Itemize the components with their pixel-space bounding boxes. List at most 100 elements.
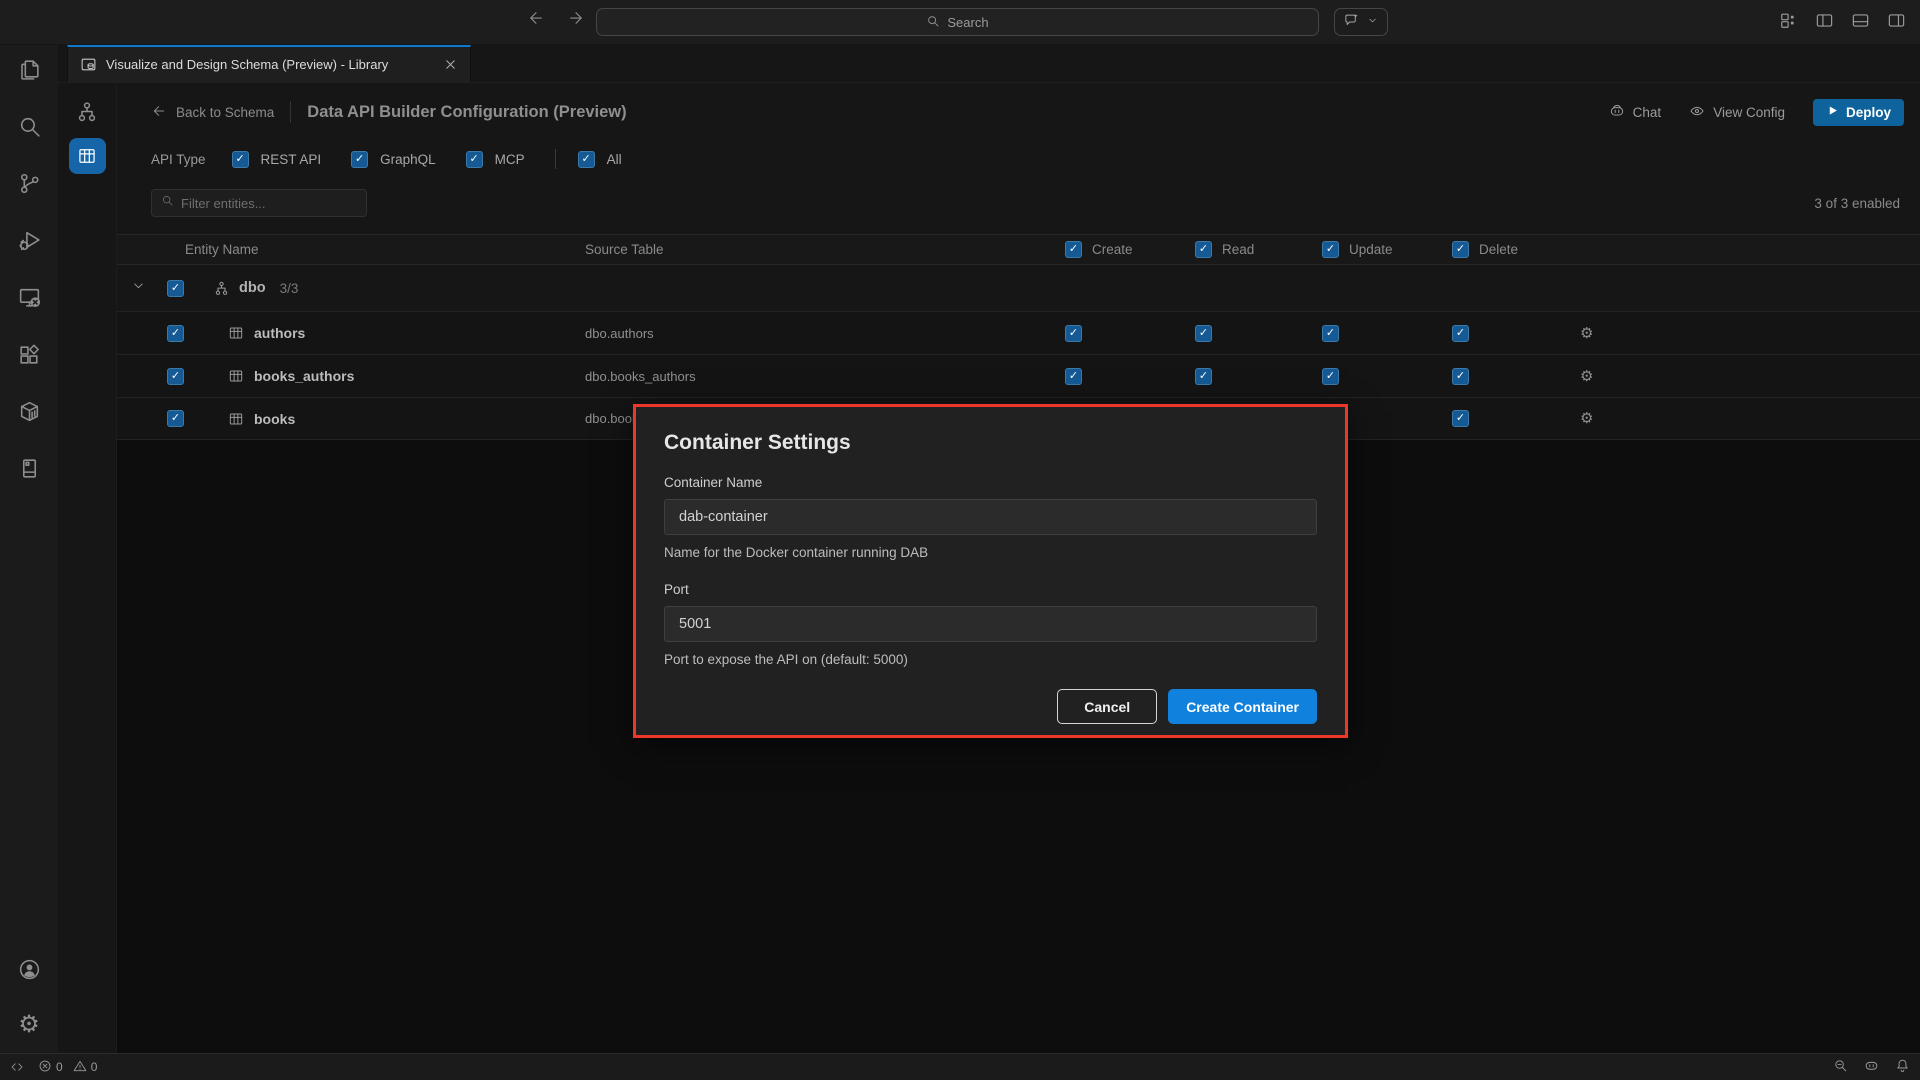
- tab-bar: Visualize and Design Schema (Preview) - …: [58, 45, 1920, 83]
- graphql-label: GraphQL: [380, 152, 436, 167]
- back-to-schema-link[interactable]: Back to Schema: [151, 103, 274, 122]
- account-icon[interactable]: [12, 953, 46, 986]
- tab-close-icon[interactable]: [443, 57, 458, 72]
- problems-indicator[interactable]: 0 0: [38, 1059, 97, 1076]
- back-label: Back to Schema: [176, 105, 274, 120]
- chat-sparkle-icon: [1344, 12, 1359, 32]
- checkbox-delete[interactable]: [1452, 410, 1469, 427]
- settings-gear-icon[interactable]: ⚙: [12, 1008, 46, 1041]
- mcp-label: MCP: [495, 152, 525, 167]
- checkbox-row-books-authors[interactable]: [167, 368, 184, 385]
- search-placeholder: Search: [947, 15, 988, 30]
- create-container-button[interactable]: Create Container: [1168, 689, 1317, 724]
- entity-filter-input[interactable]: [181, 196, 357, 211]
- copilot-chat-button[interactable]: [1334, 8, 1388, 36]
- cancel-button[interactable]: Cancel: [1057, 689, 1157, 724]
- status-bar: 0 0: [0, 1053, 1920, 1080]
- chevron-down-icon[interactable]: [131, 278, 146, 298]
- container-name-label: Container Name: [664, 475, 1317, 490]
- toggle-panel-bottom-icon[interactable]: [1851, 11, 1870, 35]
- entity-name: books_authors: [254, 368, 354, 384]
- source-table: dbo.authors: [585, 326, 1065, 341]
- schema-group-row[interactable]: dbo 3/3: [117, 265, 1920, 311]
- customize-layout-icon[interactable]: [1779, 11, 1798, 35]
- col-source-table: Source Table: [585, 242, 1065, 257]
- zoom-indicator-icon[interactable]: [1833, 1058, 1848, 1076]
- checkbox-read-all[interactable]: [1195, 241, 1212, 258]
- container-name-help: Name for the Docker container running DA…: [664, 545, 1317, 560]
- checkbox-delete[interactable]: [1452, 325, 1469, 342]
- divider: [290, 101, 291, 123]
- col-delete: Delete: [1479, 242, 1518, 257]
- table-row[interactable]: authors dbo.authors ⚙: [117, 311, 1920, 354]
- remote-explorer-icon[interactable]: [12, 281, 46, 314]
- copilot-status-icon[interactable]: [1864, 1058, 1879, 1076]
- command-search-box[interactable]: Search: [596, 8, 1319, 36]
- group-count: 3/3: [280, 281, 299, 296]
- explorer-icon[interactable]: [12, 53, 46, 86]
- row-settings-gear-icon[interactable]: ⚙: [1580, 369, 1920, 384]
- col-create: Create: [1092, 242, 1133, 257]
- page-title: Data API Builder Configuration (Preview): [307, 103, 626, 122]
- checkbox-delete-all[interactable]: [1452, 241, 1469, 258]
- checkbox-all[interactable]: [578, 151, 595, 168]
- table-icon: [228, 411, 244, 427]
- group-name: dbo: [239, 280, 266, 296]
- checkbox-create-all[interactable]: [1065, 241, 1082, 258]
- chat-button[interactable]: Chat: [1609, 103, 1662, 122]
- checkbox-read[interactable]: [1195, 368, 1212, 385]
- nav-back-icon[interactable]: [527, 9, 545, 32]
- table-row[interactable]: books_authors dbo.books_authors ⚙: [117, 354, 1920, 397]
- dialog-title: Container Settings: [664, 431, 1317, 455]
- checkbox-row-authors[interactable]: [167, 325, 184, 342]
- checkbox-read[interactable]: [1195, 325, 1212, 342]
- schema-icon: [213, 280, 230, 297]
- port-input[interactable]: [664, 606, 1317, 642]
- extensions-icon[interactable]: [12, 338, 46, 371]
- checkbox-update[interactable]: [1322, 325, 1339, 342]
- checkbox-mcp[interactable]: [466, 151, 483, 168]
- source-control-icon[interactable]: [12, 167, 46, 200]
- checkbox-rest-api[interactable]: [232, 151, 249, 168]
- view-config-button[interactable]: View Config: [1689, 103, 1785, 122]
- search-view-icon[interactable]: [12, 110, 46, 143]
- checkbox-group-dbo[interactable]: [167, 280, 184, 297]
- source-table: dbo.books_authors: [585, 369, 1065, 384]
- containers-icon[interactable]: [12, 395, 46, 428]
- nav-forward-icon[interactable]: [567, 9, 585, 32]
- row-settings-gear-icon[interactable]: ⚙: [1580, 326, 1920, 341]
- activity-bar: ⚙: [0, 45, 58, 1053]
- toggle-sidebar-left-icon[interactable]: [1815, 11, 1834, 35]
- remote-indicator-icon[interactable]: [10, 1060, 24, 1074]
- checkbox-delete[interactable]: [1452, 368, 1469, 385]
- container-settings-dialog: Container Settings Container Name Name f…: [633, 404, 1348, 738]
- play-icon: [1826, 104, 1839, 120]
- run-debug-icon[interactable]: [12, 224, 46, 257]
- checkbox-create[interactable]: [1065, 325, 1082, 342]
- col-update: Update: [1349, 242, 1393, 257]
- enabled-count: 3 of 3 enabled: [1814, 196, 1900, 211]
- container-name-input[interactable]: [664, 499, 1317, 535]
- schema-diagram-icon[interactable]: [75, 100, 99, 124]
- tab-visualize-design-schema[interactable]: Visualize and Design Schema (Preview) - …: [67, 45, 471, 82]
- warning-count: 0: [91, 1060, 98, 1074]
- checkbox-update[interactable]: [1322, 368, 1339, 385]
- notifications-bell-icon[interactable]: [1895, 1058, 1910, 1076]
- toggle-sidebar-right-icon[interactable]: [1887, 11, 1906, 35]
- arrow-left-icon: [151, 103, 167, 122]
- database-project-icon[interactable]: [12, 452, 46, 485]
- checkbox-graphql[interactable]: [351, 151, 368, 168]
- checkbox-create[interactable]: [1065, 368, 1082, 385]
- deploy-button[interactable]: Deploy: [1813, 99, 1904, 126]
- row-settings-gear-icon[interactable]: ⚙: [1580, 411, 1920, 426]
- checkbox-update-all[interactable]: [1322, 241, 1339, 258]
- eye-icon: [1689, 103, 1705, 122]
- port-label: Port: [664, 582, 1317, 597]
- api-type-label: API Type: [151, 152, 206, 167]
- entity-name: authors: [254, 325, 305, 341]
- deploy-label: Deploy: [1846, 105, 1891, 120]
- error-icon: [38, 1059, 52, 1076]
- table-designer-icon[interactable]: [69, 138, 106, 174]
- col-read: Read: [1222, 242, 1254, 257]
- checkbox-row-books[interactable]: [167, 410, 184, 427]
